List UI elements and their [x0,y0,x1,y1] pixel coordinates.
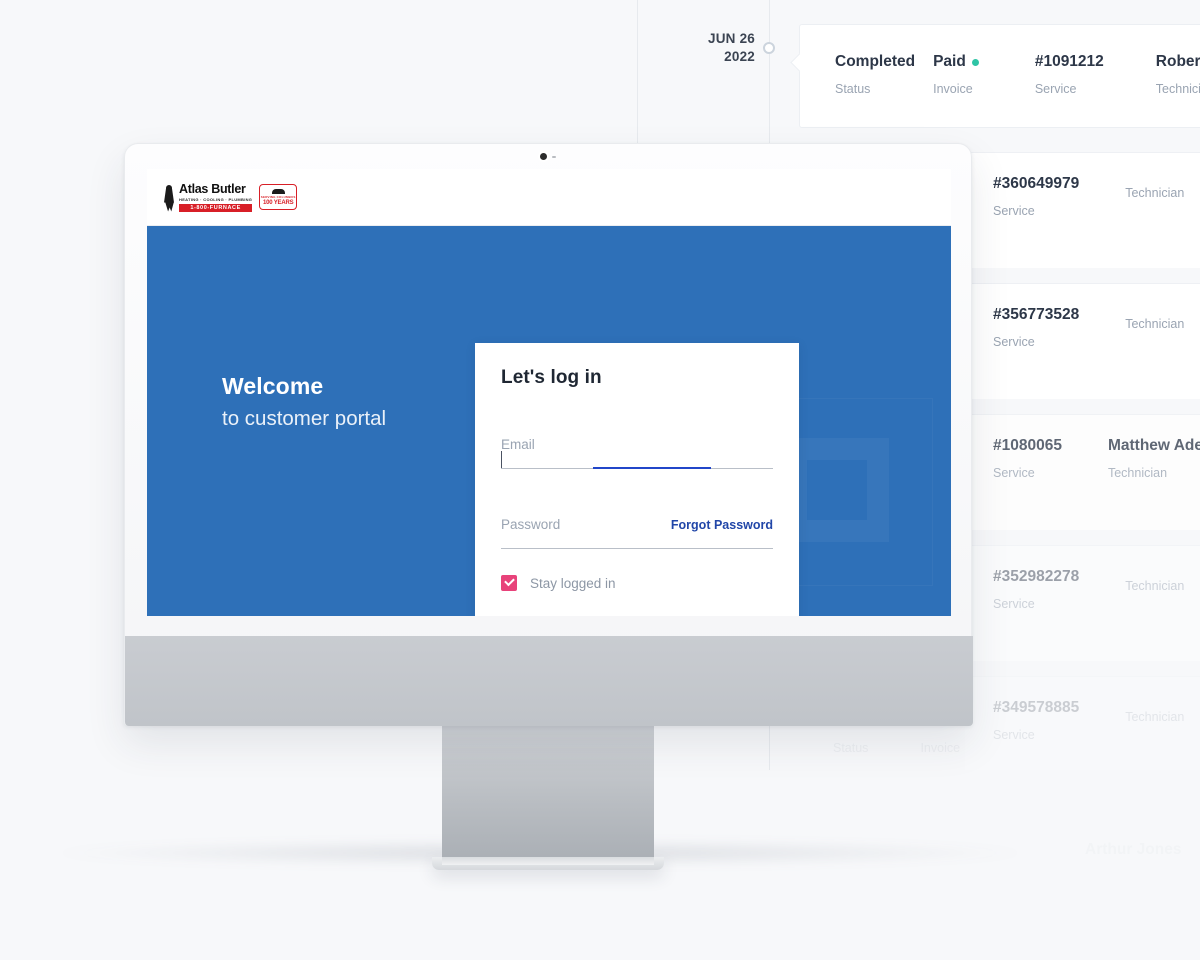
card-column: Robert Myers Technician [1156,53,1200,96]
logo-mark: Atlas Butler HEATING · COOLING · PLUMBIN… [163,181,253,212]
butler-figure-icon [163,184,176,212]
row-column-label: Technician [1125,579,1185,593]
list-item[interactable]: #349578885 Service Technician [965,676,1200,770]
card-column: Completed Status [835,53,915,96]
row-column-label: Service [993,204,1035,218]
card-column-value: Paid [933,53,979,71]
card-notch [790,53,809,72]
row-columns: #349578885 Service Technician [993,699,1184,742]
badge-line-2: 100 YEARS [262,199,294,206]
webcam-lens-icon [540,153,547,160]
card-column-value: Robert Myers [1155,53,1200,70]
email-field-focus-underline [593,467,711,469]
row-column: #356773528 Service [993,306,1079,349]
row-columns: #360649979 Service Technician [993,175,1184,218]
row-column-label: Technician [1125,186,1185,200]
faded-watermark-name: Arthur Jones [1085,841,1182,858]
stay-logged-in-checkbox[interactable] [501,575,517,591]
row-column-value: #360649979 [993,175,1080,192]
monitor-device: Atlas Butler HEATING · COOLING · PLUMBIN… [124,143,973,870]
password-field-underline [501,548,773,549]
text-caret [501,451,502,468]
row-column: Technician [1125,568,1184,611]
monitor-bezel: Atlas Butler HEATING · COOLING · PLUMBIN… [124,143,973,726]
login-heading: Let's log in [501,367,602,388]
row-column-value: #1080065 [993,437,1062,454]
monitor-screen: Atlas Butler HEATING · COOLING · PLUMBIN… [147,169,951,616]
row-column-value: Matthew Adesso [1107,437,1200,454]
email-field-label: Email [501,437,535,452]
forgot-password-link[interactable]: Forgot Password [671,518,773,532]
webcam-led-icon [552,155,556,158]
hero-line-1: Welcome [222,373,324,399]
faded-label-status: Status [833,741,869,755]
row-column-value: #356773528 [993,306,1080,323]
row-column: Technician [1125,699,1184,742]
list-item[interactable]: #356773528 Service Technician [965,283,1200,399]
portal-header: Atlas Butler HEATING · COOLING · PLUMBIN… [147,169,951,226]
row-column: Technician [1125,306,1184,349]
row-columns: #352982278 Service Technician [993,568,1184,611]
email-field-wrap[interactable]: Email [501,437,773,469]
card-column: #1091212 Service [1035,53,1104,96]
row-column-label: Technician [1107,466,1168,480]
row-column-label: Service [993,597,1035,611]
card-column-label: Invoice [933,82,973,96]
faded-label-invoice: Invoice [920,741,961,755]
brand-tagline: HEATING · COOLING · PLUMBING [179,197,253,202]
brand-name: Atlas Butler [179,181,246,196]
timeline-date-monthday: JUN 26 [708,31,755,46]
brand-phone-banner: 1-800-FURNACE [179,203,253,212]
decorative-watermark-shape [745,398,933,586]
row-column-label: Service [993,728,1035,742]
card-column-label: Status [835,82,871,96]
stay-logged-in-row[interactable]: Stay logged in [501,575,773,591]
card-column: Paid Invoice [933,53,979,96]
webcam-icon [540,153,556,160]
card-column-label: Technician [1155,82,1200,96]
row-column: Matthew Adesso Technician [1108,437,1200,480]
row-column: #349578885 Service [993,699,1079,742]
hero-line-2: to customer portal [222,407,387,430]
login-card: Let's log in Email Password Forgot Passw… [475,343,799,616]
password-field-wrap[interactable]: Password Forgot Password [501,517,773,549]
row-column: #360649979 Service [993,175,1079,218]
brand-logo[interactable]: Atlas Butler HEATING · COOLING · PLUMBIN… [163,181,298,212]
timeline-dot-icon [763,42,775,54]
row-column-value: #349578885 [993,699,1080,716]
password-field-label: Password [501,517,561,532]
stay-logged-in-label: Stay logged in [530,575,616,591]
anniversary-badge: SERVING COLUMBUS 100 YEARS [259,184,298,210]
timeline-entry-card[interactable]: Completed Status Paid Invoice #1091212 Servic… [790,24,1200,128]
timeline-date-year: 2022 [724,49,755,64]
faded-bottom-labels: Status Invoice [833,741,960,755]
row-column-label: Technician [1125,317,1185,331]
row-columns: #1080065 Service Matthew Adesso Technician [993,437,1200,480]
logo-wordmark: Atlas Butler HEATING · COOLING · PLUMBIN… [179,181,253,212]
portal-hero-panel: Welcome to customer portal Let's log in … [147,226,951,616]
row-column: Technician [1125,175,1184,218]
card-column-value: #1091212 [1034,53,1104,70]
card-column-value: Completed [835,53,916,70]
monitor-stand [442,725,654,865]
row-columns: #356773528 Service Technician [993,306,1184,349]
screenshot-stage: JUN 26 2022 Completed Status Paid Invoice #1… [0,0,1200,960]
list-item[interactable]: #352982278 Service Technician [965,545,1200,661]
hero-heading: Welcome to customer portal [222,373,386,431]
card-columns: Completed Status Paid Invoice #1091212 Servic… [835,53,1200,96]
monitor-chin [125,636,973,726]
row-column: #352982278 Service [993,568,1079,611]
timeline-date: JUN 26 2022 [660,30,755,66]
paid-status-dot-icon [971,58,979,66]
list-item[interactable]: #1080065 Service Matthew Adesso Technician [965,414,1200,530]
row-column-label: Service [993,335,1035,349]
row-column-label: Technician [1125,710,1185,724]
row-column: #1080065 Service [993,437,1062,480]
card-column-label: Service [1034,82,1077,96]
bowler-hat-icon [271,188,285,194]
row-column-label: Service [993,466,1035,480]
list-item[interactable]: #360649979 Service Technician [965,152,1200,268]
badge-line-1: SERVING COLUMBUS [260,194,296,199]
row-column-value: #352982278 [993,568,1080,585]
